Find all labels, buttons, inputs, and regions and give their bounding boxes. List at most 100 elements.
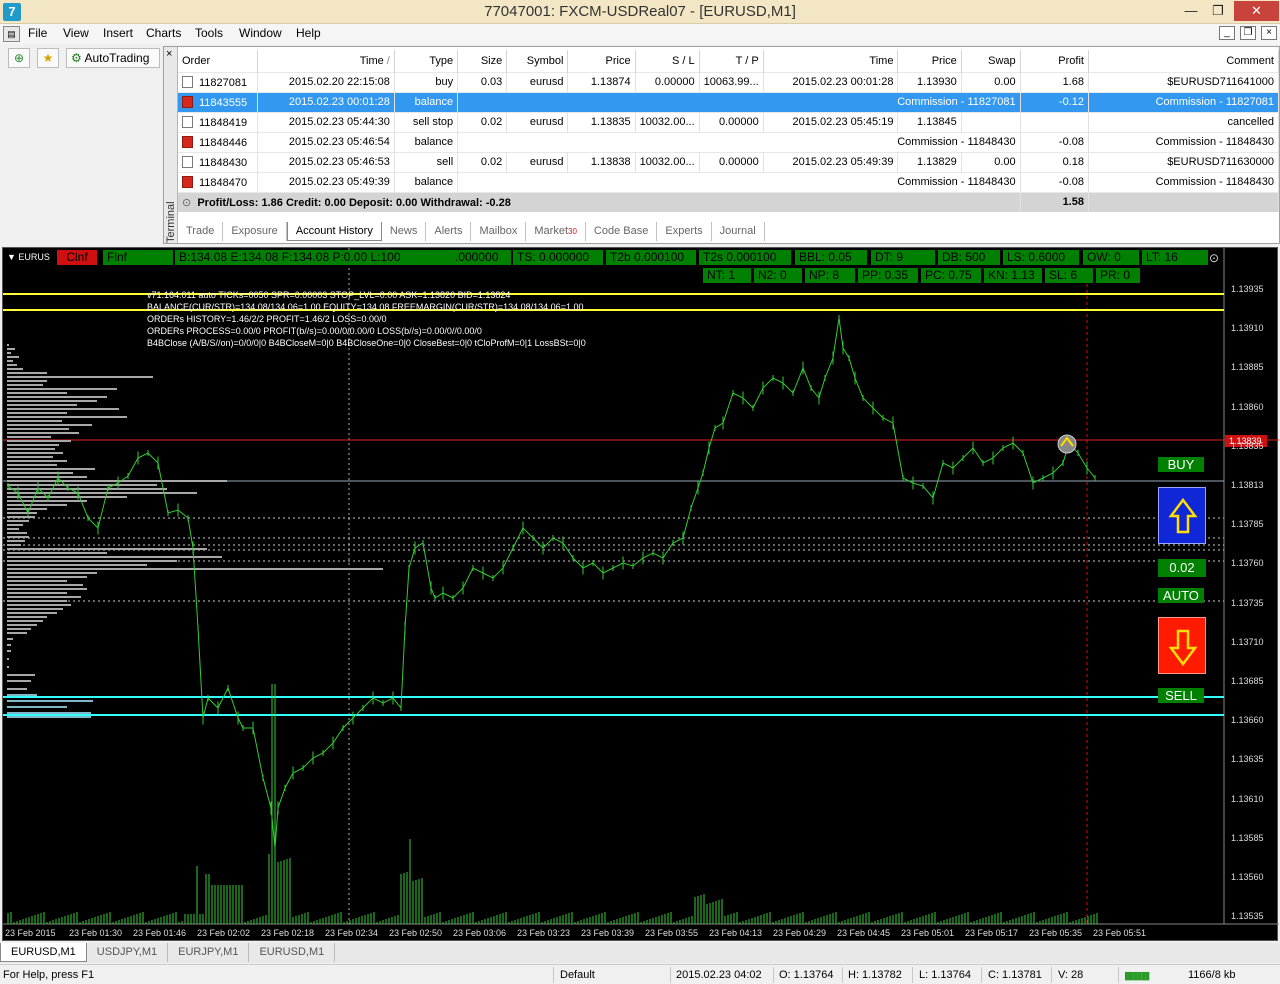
- tab-market[interactable]: Market30: [526, 222, 586, 241]
- tab-mailbox[interactable]: Mailbox: [471, 222, 527, 241]
- menu-help[interactable]: Help: [296, 26, 321, 40]
- time-axis-label: 23 Feb 04:29: [773, 928, 827, 938]
- tab-exposure[interactable]: Exposure: [223, 222, 287, 241]
- col-type[interactable]: Type: [394, 50, 459, 72]
- menu-insert[interactable]: Insert: [103, 26, 133, 40]
- col-tp[interactable]: T / P: [699, 50, 764, 72]
- col-size[interactable]: Size: [457, 50, 508, 72]
- auto-button[interactable]: AUTO: [1158, 588, 1204, 603]
- order-type: sell stop: [394, 111, 459, 132]
- profit: 1.68: [1020, 71, 1089, 92]
- chart-tab-eurjpy-m1[interactable]: EURJPY,M1: [168, 943, 250, 962]
- time-axis-label: 23 Feb 02:02: [197, 928, 251, 938]
- open-time: 2015.02.23 05:49:39: [257, 171, 395, 192]
- col-swap[interactable]: Swap: [961, 50, 1021, 72]
- sell-button[interactable]: [1158, 617, 1206, 674]
- hud-pc: PC: 0.75: [921, 268, 981, 283]
- hud-ls: LS: 0.6000: [1003, 250, 1079, 265]
- col-close-time[interactable]: Time: [763, 50, 899, 72]
- price-axis-label: 1.13735: [1231, 597, 1264, 608]
- col-sl[interactable]: S / L: [635, 50, 700, 72]
- chart-tab-usdjpy-m1[interactable]: USDJPY,M1: [87, 943, 169, 962]
- profit: 0.18: [1020, 151, 1089, 172]
- tab-code-base[interactable]: Code Base: [586, 222, 658, 241]
- comment: Commission - 11827081: [1088, 91, 1280, 112]
- status-help: For Help, press F1: [3, 969, 95, 981]
- status-profile[interactable]: Default: [560, 969, 595, 981]
- table-row[interactable]: 11848419 2015.02.23 05:44:30 sell stop 0…: [178, 111, 1280, 132]
- col-price[interactable]: Price: [567, 50, 636, 72]
- buy-label: BUY: [1158, 457, 1204, 472]
- menu-file[interactable]: File: [28, 26, 47, 40]
- favorites-icon[interactable]: ★: [37, 48, 59, 68]
- col-symbol[interactable]: Symbol: [506, 50, 569, 72]
- table-row[interactable]: 11848470 2015.02.23 05:49:39 balance Com…: [178, 171, 1280, 192]
- col-order[interactable]: Order: [178, 50, 259, 72]
- mdi-minimize-icon[interactable]: _: [1219, 26, 1235, 40]
- order-id: 11848446: [199, 136, 248, 149]
- terminal-close-icon[interactable]: ×: [166, 48, 172, 60]
- mdi-close-icon[interactable]: ×: [1261, 26, 1277, 40]
- chart-tab-eurusd-m1[interactable]: EURUSD,M1: [0, 943, 87, 962]
- hud-nt: NT: 1: [703, 268, 751, 283]
- table-row[interactable]: 11848430 2015.02.23 05:46:53 sell 0.02 e…: [178, 151, 1280, 172]
- close-time: 2015.02.23 00:01:28: [763, 71, 899, 92]
- chart-window-icon[interactable]: ▤: [3, 26, 20, 42]
- col-time[interactable]: Time /: [257, 50, 395, 72]
- stop-loss: 0.00000: [635, 71, 700, 92]
- close-button[interactable]: ✕: [1234, 1, 1279, 21]
- status-close: C: 1.13781: [988, 969, 1042, 981]
- status-open: O: 1.13764: [779, 969, 834, 981]
- time-axis-label: 23 Feb 2015: [5, 928, 56, 938]
- tab-journal[interactable]: Journal: [712, 222, 765, 241]
- menu-view[interactable]: View: [63, 26, 89, 40]
- maximize-button[interactable]: ❐: [1205, 1, 1231, 21]
- col-profit[interactable]: Profit: [1020, 50, 1089, 72]
- swap: [961, 111, 1021, 132]
- lot-size-field[interactable]: 0.02: [1158, 559, 1206, 577]
- time-axis-label: 23 Feb 03:06: [453, 928, 507, 938]
- window-title: 77047001: FXCM-USDReal07 - [EURUSD,M1]: [484, 3, 796, 20]
- time-axis-label: 23 Feb 05:51: [1093, 928, 1147, 938]
- price-axis-label: 1.13535: [1231, 911, 1264, 922]
- price-chart[interactable]: ▼ EURUS Clnf Flnf B:134.08 E:134.08 F:13…: [2, 247, 1279, 942]
- chart-tab-eurusd-m1-2[interactable]: EURUSD,M1: [249, 943, 336, 962]
- autotrading-button[interactable]: ⚙ AutoTrading: [66, 48, 160, 68]
- tab-experts[interactable]: Experts: [657, 222, 712, 241]
- open-time: 2015.02.23 05:46:54: [257, 131, 395, 152]
- price-axis-label: 1.13860: [1231, 401, 1264, 412]
- table-row[interactable]: 11827081 2015.02.20 22:15:08 buy 0.03 eu…: [178, 71, 1280, 92]
- info-line: v71.164.011 auto TICKs=0050 SPR=0.00003 …: [147, 290, 511, 300]
- price-axis-label: 1.13585: [1231, 832, 1264, 843]
- table-row[interactable]: 11843555 2015.02.23 00:01:28 balance Com…: [178, 91, 1280, 112]
- new-order-icon[interactable]: ⊕: [8, 48, 30, 68]
- tab-trade[interactable]: Trade: [178, 222, 224, 241]
- chart-settings-icon[interactable]: ⊙: [1209, 251, 1219, 265]
- table-row[interactable]: 11848446 2015.02.23 05:46:54 balance Com…: [178, 131, 1280, 152]
- hud-ts: TS: 0.000000: [513, 250, 603, 265]
- col-close-price[interactable]: Price: [897, 50, 962, 72]
- minimize-button[interactable]: —: [1178, 1, 1204, 21]
- hud-flnf: Flnf: [103, 250, 173, 265]
- time-axis-label: 23 Feb 03:23: [517, 928, 571, 938]
- balance-icon: [182, 95, 193, 108]
- time-axis-label: 23 Feb 04:45: [837, 928, 891, 938]
- price-axis-label: 1.13885: [1231, 362, 1264, 373]
- menu-charts[interactable]: Charts: [146, 26, 181, 40]
- price-axis-label: 1.13560: [1231, 872, 1264, 882]
- tab-news[interactable]: News: [382, 222, 427, 241]
- order-type: balance: [394, 91, 459, 112]
- open-price: 1.13874: [567, 71, 636, 92]
- menu-tools[interactable]: Tools: [195, 26, 223, 40]
- tab-alerts[interactable]: Alerts: [426, 222, 472, 241]
- hud-bbl: BBL: 0.05: [795, 250, 867, 265]
- chart-canvas[interactable]: [3, 248, 1279, 942]
- tab-account-history[interactable]: Account History: [286, 222, 382, 241]
- buy-button[interactable]: [1158, 487, 1206, 544]
- col-comment[interactable]: Comment: [1088, 50, 1280, 72]
- sort-icon: /: [386, 54, 390, 67]
- menu-window[interactable]: Window: [239, 26, 282, 40]
- open-time: 2015.02.23 05:44:30: [257, 111, 395, 132]
- mdi-restore-icon[interactable]: ❐: [1240, 26, 1256, 40]
- order-symbol: eurusd: [506, 71, 569, 92]
